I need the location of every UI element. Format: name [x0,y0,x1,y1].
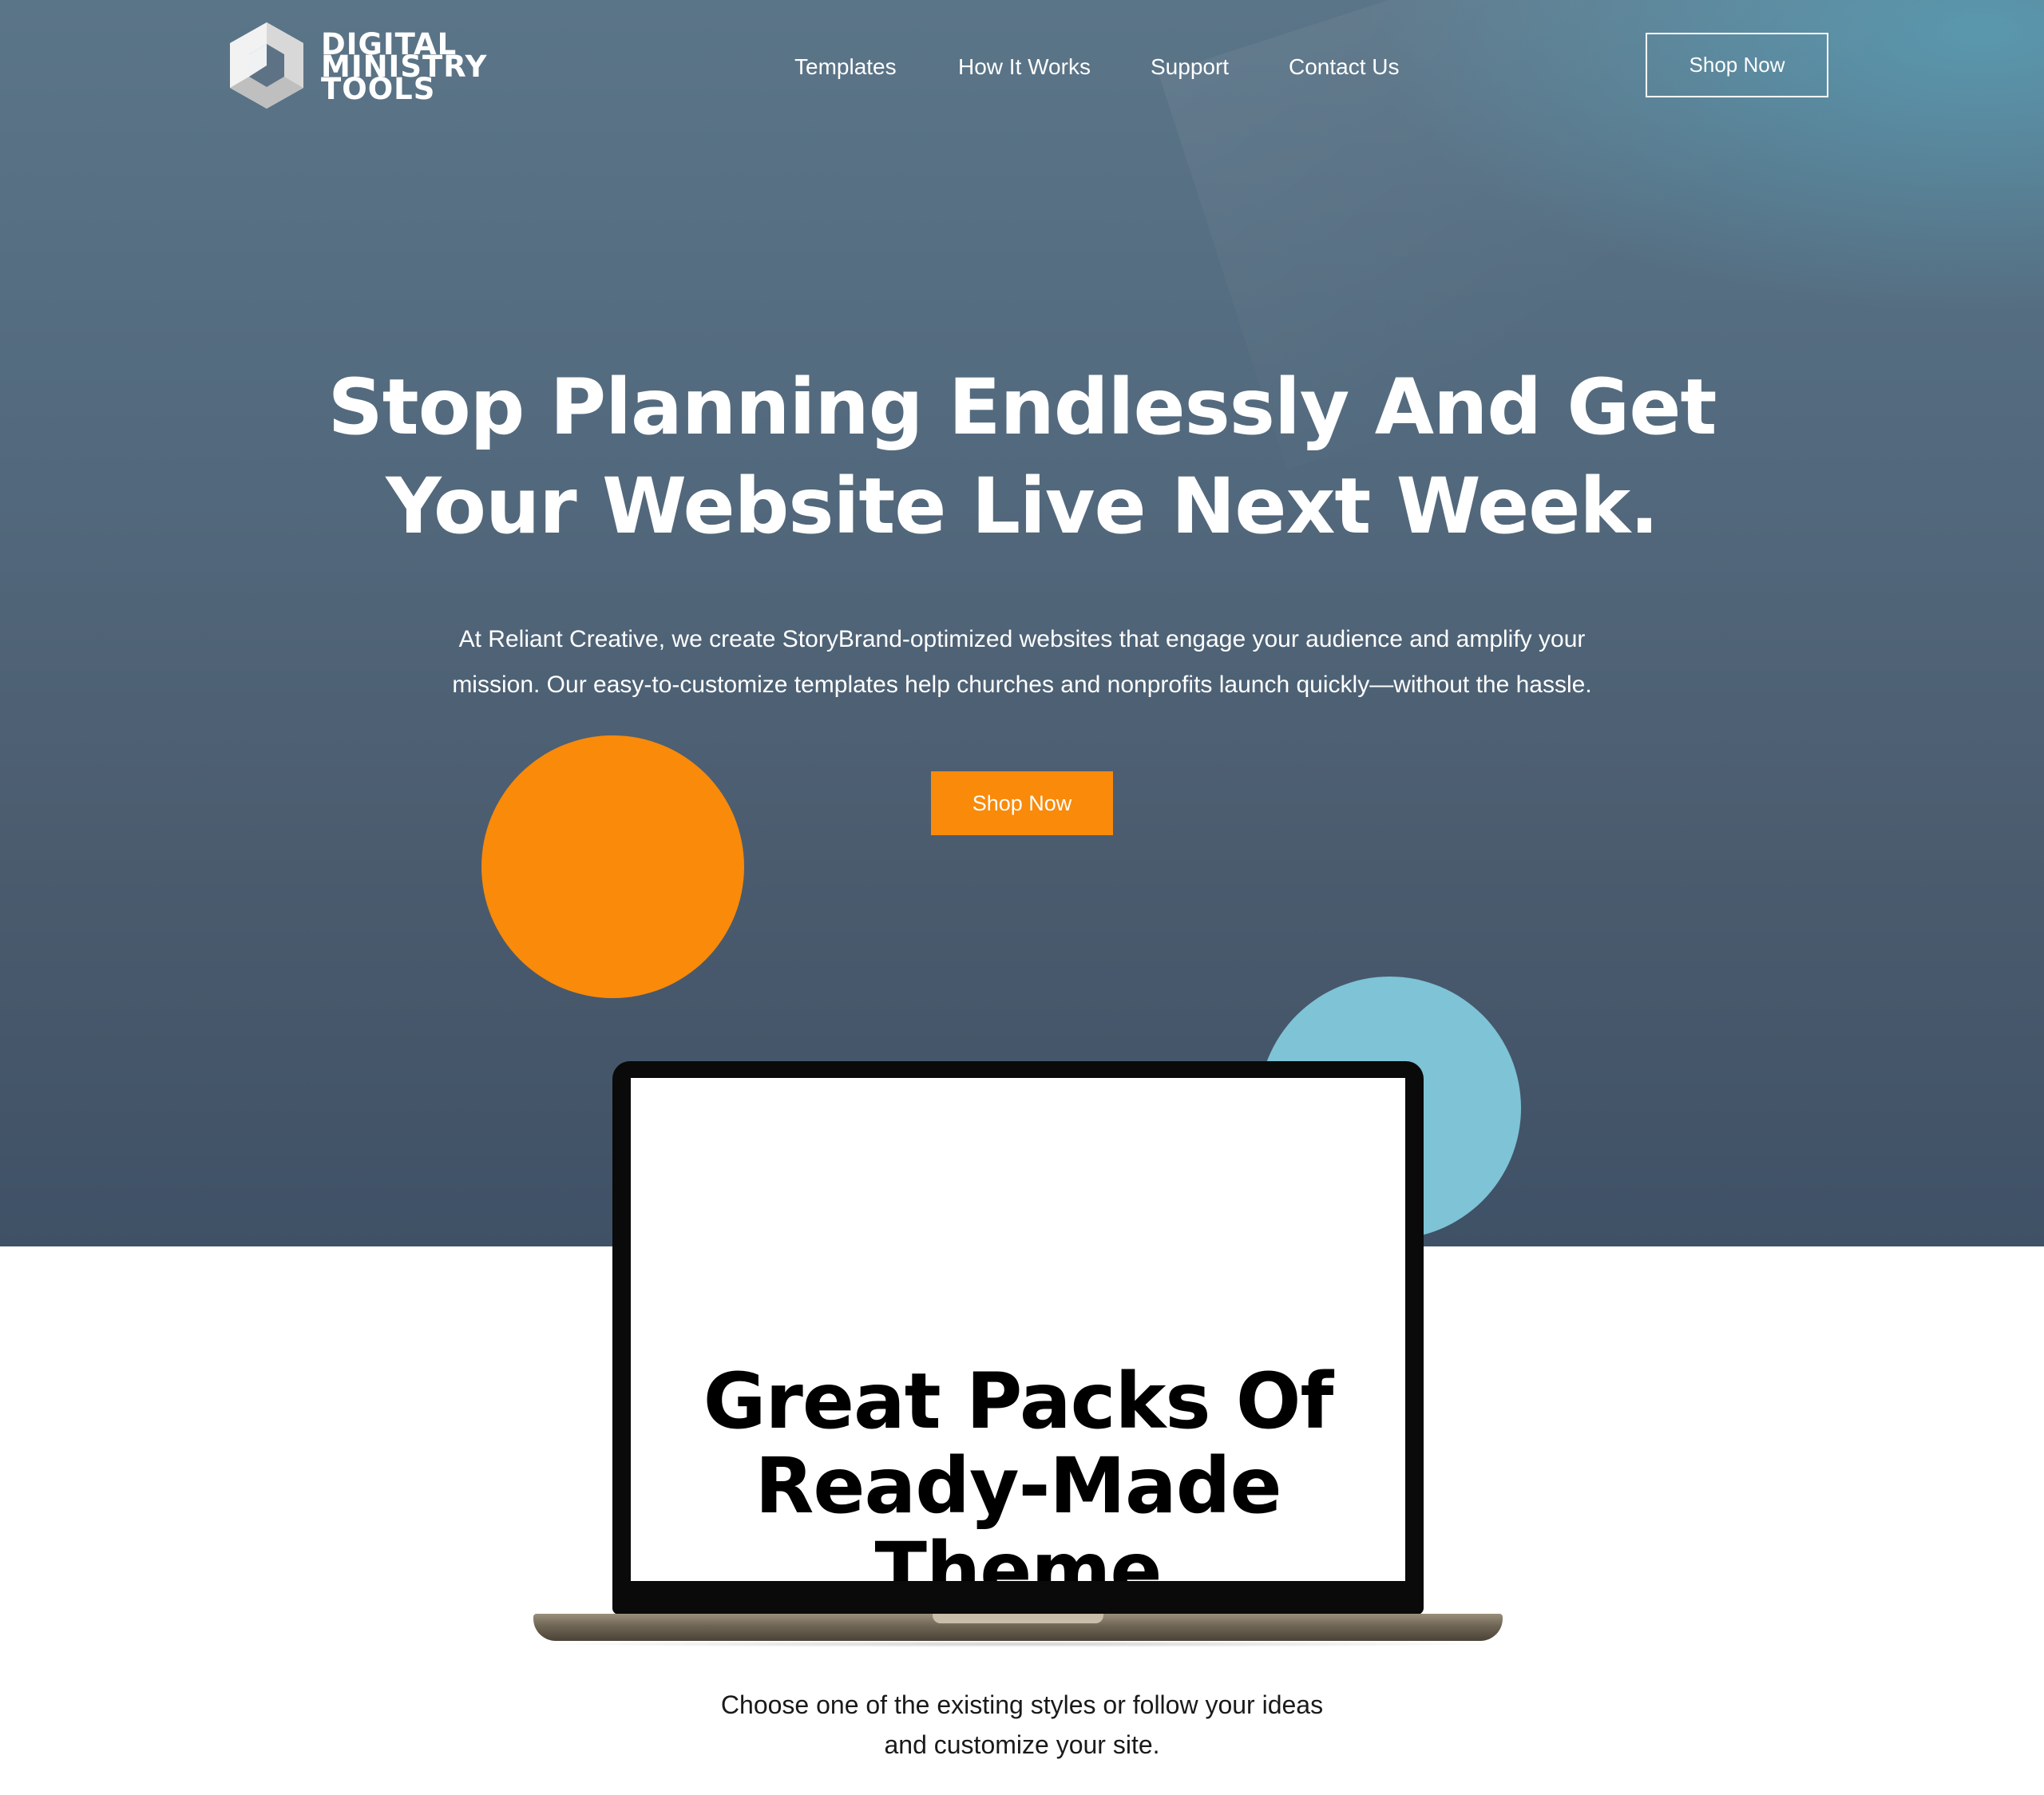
hero-subtext-line-2: mission. Our easy-to-customize templates… [452,672,1592,698]
nav-item-contact-us[interactable]: Contact Us [1289,51,1400,83]
screen-title-line-3: Theme [874,1526,1162,1581]
hero-headline: Stop Planning Endlessly And Get Your Web… [303,358,1741,556]
nav-item-how-it-works[interactable]: How It Works [958,51,1091,83]
laptop-screen: Great Packs Of Ready-Made Theme [631,1078,1405,1581]
laptop-notch [933,1614,1103,1623]
nav-item-templates[interactable]: Templates [794,51,897,83]
hero-shop-now-button[interactable]: Shop Now [931,771,1113,835]
hero-section: DIGITAL MINISTRY TOOLS Templates How It … [0,0,2044,1246]
orange-circle-decoration [481,735,744,998]
hero-headline-line-1: Stop Planning Endlessly And Get [327,363,1717,452]
screen-title-line-2: Ready-Made [755,1441,1281,1531]
screen-title: Great Packs Of Ready-Made Theme [631,1359,1405,1581]
laptop-shadow [524,1641,1514,1647]
nav-item-support[interactable]: Support [1151,51,1229,83]
caption-line-1: Choose one of the existing styles or fol… [720,1690,1324,1719]
header-shop-now-button[interactable]: Shop Now [1646,33,1828,97]
hero-subtext-line-1: At Reliant Creative, we create StoryBran… [458,626,1586,652]
showcase-caption: Choose one of the existing styles or fol… [623,1685,1421,1765]
hero-headline-line-2: Your Website Live Next Week. [386,462,1658,551]
screen-title-line-1: Great Packs Of [703,1357,1334,1446]
caption-line-2: and customize your site. [884,1730,1160,1759]
hero-subtext: At Reliant Creative, we create StoryBran… [383,616,1661,707]
